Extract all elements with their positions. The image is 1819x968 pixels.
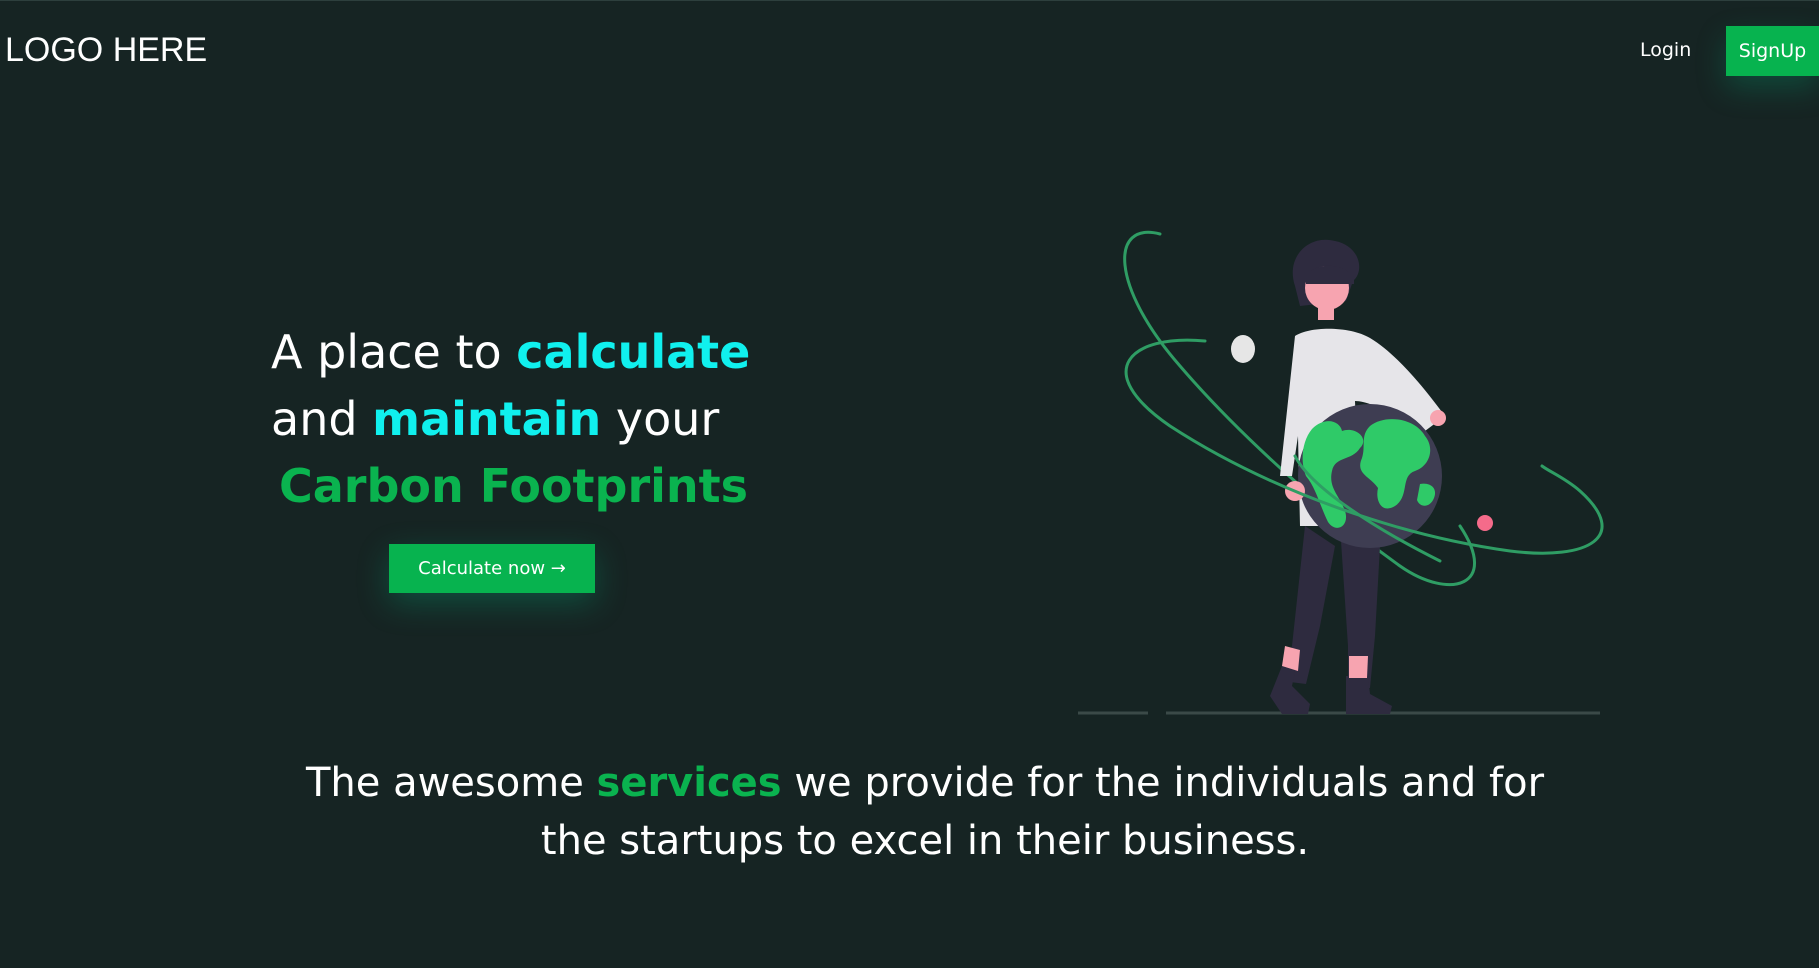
woman-holding-globe-illustration bbox=[1078, 230, 1604, 715]
logo[interactable]: LOGO HERE bbox=[5, 31, 207, 70]
right-hand bbox=[1430, 410, 1446, 426]
neck bbox=[1318, 306, 1334, 320]
signup-button[interactable]: SignUp bbox=[1726, 26, 1819, 76]
login-link[interactable]: Login bbox=[1640, 39, 1691, 61]
pink-dot bbox=[1477, 515, 1493, 531]
calculate-now-button[interactable]: Calculate now → bbox=[389, 544, 595, 593]
white-dot bbox=[1231, 335, 1255, 363]
right-ankle bbox=[1349, 656, 1368, 678]
landing-page: LOGO HERE Login SignUp A place to calcul… bbox=[0, 0, 1819, 968]
services-prefix: The awesome bbox=[305, 760, 597, 806]
hero-highlight-maintain: maintain bbox=[372, 392, 602, 446]
hero-highlight-calculate: calculate bbox=[516, 325, 751, 379]
hero-highlight-carbon-footprints: Carbon Footprints bbox=[279, 459, 749, 513]
services-statement: The awesome services we provide for the … bbox=[300, 754, 1550, 870]
hero-heading: A place to calculate and maintain your C… bbox=[271, 319, 791, 520]
hero-line2-suffix: your bbox=[601, 392, 720, 446]
services-highlight: services bbox=[596, 760, 782, 806]
hero-line1-prefix: A place to bbox=[271, 325, 517, 379]
hero-line2-prefix: and bbox=[271, 392, 373, 446]
